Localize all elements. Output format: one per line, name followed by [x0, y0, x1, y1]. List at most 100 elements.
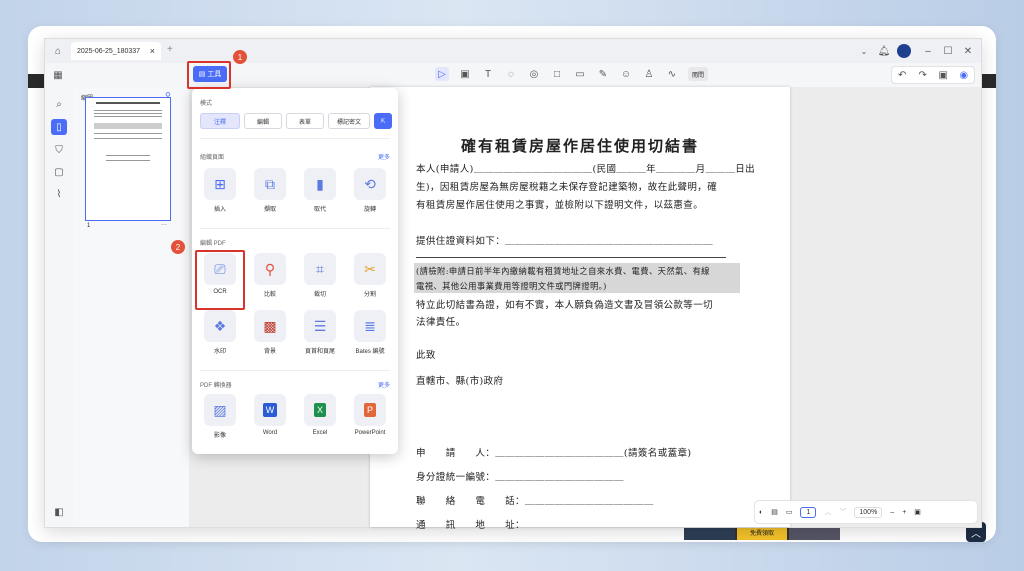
bell-icon[interactable]: 🔔︎	[877, 44, 891, 58]
mode-redact[interactable]: 標記密文	[328, 113, 370, 129]
tool-to-image[interactable]: ▨ 影像	[200, 394, 240, 446]
tool-compare-label: 比較	[263, 292, 276, 298]
doc-line: 特立此切結書為證，如有不實，本人願負偽造文書及冒領公款等一切	[416, 300, 714, 311]
doc-line: 申 請 人：＿＿＿＿＿＿＿＿＿＿＿＿＿(請簽名或蓋章)	[416, 448, 692, 459]
fit-page-icon[interactable]: ◐	[759, 509, 763, 516]
divider	[200, 228, 390, 229]
annotation-tools: ▷ ▣ T ◌ ◎ □ ▭ ✎ ☺ ♙ ∿ 閱問	[435, 67, 709, 81]
mode-expand-icon[interactable]: ⇱	[374, 113, 392, 129]
document-title: 確有租賃房屋作居住使用切結書	[460, 137, 699, 155]
bookmark-icon[interactable]: ⛉	[52, 143, 66, 157]
doc-line: 本人(申請人)＿＿＿＿＿＿＿＿＿＿＿＿(民國＿＿＿年＿＿＿＿月＿＿＿日出	[416, 164, 756, 175]
tool-extract[interactable]: ⧉ 擷取	[250, 168, 290, 220]
tool-rotate[interactable]: ⟲ 旋轉	[350, 168, 390, 220]
doc-underline	[416, 257, 726, 258]
comment-icon[interactable]: ◌	[504, 67, 518, 81]
attachment-icon[interactable]: ⌇	[52, 187, 66, 201]
undo-icon[interactable]: ↶	[895, 68, 909, 82]
avatar[interactable]	[897, 44, 911, 58]
measure-icon[interactable]: ▭	[573, 67, 587, 81]
left-rail: ⌕ ▯ ⛉ ▢ ⌇ ◧	[45, 87, 74, 527]
tool-insert-label: 插入	[213, 207, 226, 213]
background-desktop-left	[28, 74, 44, 88]
tool-crop[interactable]: ⌗ 裁切	[300, 253, 340, 305]
right-tools: ↶ ↷ ▣ ◉	[891, 66, 975, 84]
thumbnail-page-number: 1	[87, 223, 91, 229]
doc-line: 生)，因租賃房屋為無房屋稅籍之未保存登記建築物，故在此聲明，確	[416, 182, 718, 193]
excel-icon: X	[313, 403, 326, 417]
doc-line: 電視、其他公用事業費用等證明文件或門牌證明。)	[416, 281, 607, 291]
doc-line: (請檢附:申請日前半年內繳納載有租賃地址之自來水費、電費、天然氣、有線	[416, 266, 710, 276]
layers-icon[interactable]: ◧	[52, 505, 66, 519]
document-tab[interactable]: 2025-06-25_180337 ×	[71, 42, 161, 60]
fit-width-icon[interactable]: ▣	[914, 508, 921, 516]
pen-icon[interactable]: ✎	[596, 67, 610, 81]
doc-line: 提供住證資料如下：＿＿＿＿＿＿＿＿＿＿＿＿＿＿＿＿＿＿＿＿＿	[416, 236, 714, 247]
tool-split[interactable]: ✂ 分割	[350, 253, 390, 305]
sticker-icon[interactable]: ☺	[619, 67, 633, 81]
present-icon[interactable]: ▭	[786, 508, 793, 516]
tab-close-icon[interactable]: ×	[150, 46, 155, 56]
new-tab-icon[interactable]: +	[167, 44, 173, 55]
tool-to-excel[interactable]: X Excel	[300, 394, 340, 446]
mode-annotate[interactable]: 注釋	[200, 113, 240, 129]
tool-insert[interactable]: ⊞ 插入	[200, 168, 240, 220]
mode-edit[interactable]: 編輯	[244, 113, 282, 129]
tool-compare[interactable]: ⚲ 比較	[250, 253, 290, 305]
thumbnail-more-icon[interactable]: ···	[161, 222, 167, 228]
next-page-icon[interactable]: ﹀	[839, 507, 846, 517]
redo-icon[interactable]: ↷	[916, 68, 930, 82]
tool-to-image-label: 影像	[213, 433, 226, 439]
zoom-in-icon[interactable]: +	[902, 509, 906, 516]
crop-icon: ⌗	[316, 260, 324, 277]
grid-icon[interactable]: ▦	[51, 68, 65, 82]
zoom-out-icon[interactable]: –	[890, 509, 894, 516]
tool-watermark[interactable]: ❖ 水印	[200, 310, 240, 362]
zoom-level[interactable]: 100%	[854, 506, 883, 518]
image-icon: ▨	[213, 401, 227, 418]
save-icon-right[interactable]: ▣	[936, 68, 950, 82]
tool-replace[interactable]: ▮ 取代	[300, 168, 340, 220]
doc-line: 通 訊 地 址：	[416, 520, 525, 531]
document-page: 確有租賃房屋作居住使用切結書 本人(申請人)＿＿＿＿＿＿＿＿＿＿＿＿(民國＿＿＿…	[370, 87, 790, 531]
cursor-icon[interactable]: ▷	[435, 67, 449, 81]
page-number-input[interactable]: 1	[800, 506, 817, 518]
mode-title: 模式	[200, 101, 213, 107]
doc-line: 身分證統一編號：＿＿＿＿＿＿＿＿＿＿＿＿＿	[416, 472, 624, 483]
page-thumbnail[interactable]	[85, 97, 171, 221]
search-icon[interactable]: ⌕	[52, 97, 66, 111]
tool-to-word[interactable]: W Word	[250, 394, 290, 446]
background-desktop-right	[980, 74, 996, 88]
save-icon[interactable]: ▣	[458, 67, 472, 81]
ai-icon[interactable]: ◉	[957, 68, 971, 82]
bates-icon: ≣	[364, 317, 376, 334]
tool-bates-label: Bates 編號	[355, 349, 385, 355]
comment-list-icon[interactable]: ▢	[52, 165, 66, 179]
divider	[200, 138, 390, 139]
tool-bates[interactable]: ≣ Bates 編號	[350, 310, 390, 362]
page-thumbnail-icon[interactable]: ▯	[51, 119, 67, 135]
word-icon: W	[262, 403, 278, 417]
chevron-down-icon[interactable]: ⌄	[857, 44, 871, 58]
home-icon[interactable]: ⌂	[51, 44, 65, 58]
minimize-icon[interactable]: –	[921, 44, 935, 58]
tool-to-word-label: Word	[262, 430, 278, 436]
organize-more-link[interactable]: 更多	[378, 152, 390, 161]
step-marker-2: 2	[171, 240, 185, 254]
text-icon[interactable]: T	[481, 67, 495, 81]
tool-background[interactable]: ▩ 背景	[250, 310, 290, 362]
highlight-ocr-tool	[195, 250, 245, 310]
maximize-icon[interactable]: ☐	[941, 44, 955, 58]
close-icon[interactable]: ✕	[961, 44, 975, 58]
prev-page-icon[interactable]: ︿	[824, 507, 831, 517]
scribble-icon[interactable]: ∿	[665, 67, 679, 81]
tool-header-footer[interactable]: ☰ 頁首和頁尾	[300, 310, 340, 362]
mode-form[interactable]: 表單	[286, 113, 324, 129]
view-button[interactable]: 閱問	[688, 67, 709, 81]
tool-to-powerpoint[interactable]: P PowerPoint	[350, 394, 390, 446]
convert-more-link[interactable]: 更多	[378, 380, 390, 389]
signature-icon[interactable]: ♙	[642, 67, 656, 81]
stamp-icon[interactable]: ◎	[527, 67, 541, 81]
reading-mode-icon[interactable]: ▤	[771, 508, 778, 516]
shape-icon[interactable]: □	[550, 67, 564, 81]
